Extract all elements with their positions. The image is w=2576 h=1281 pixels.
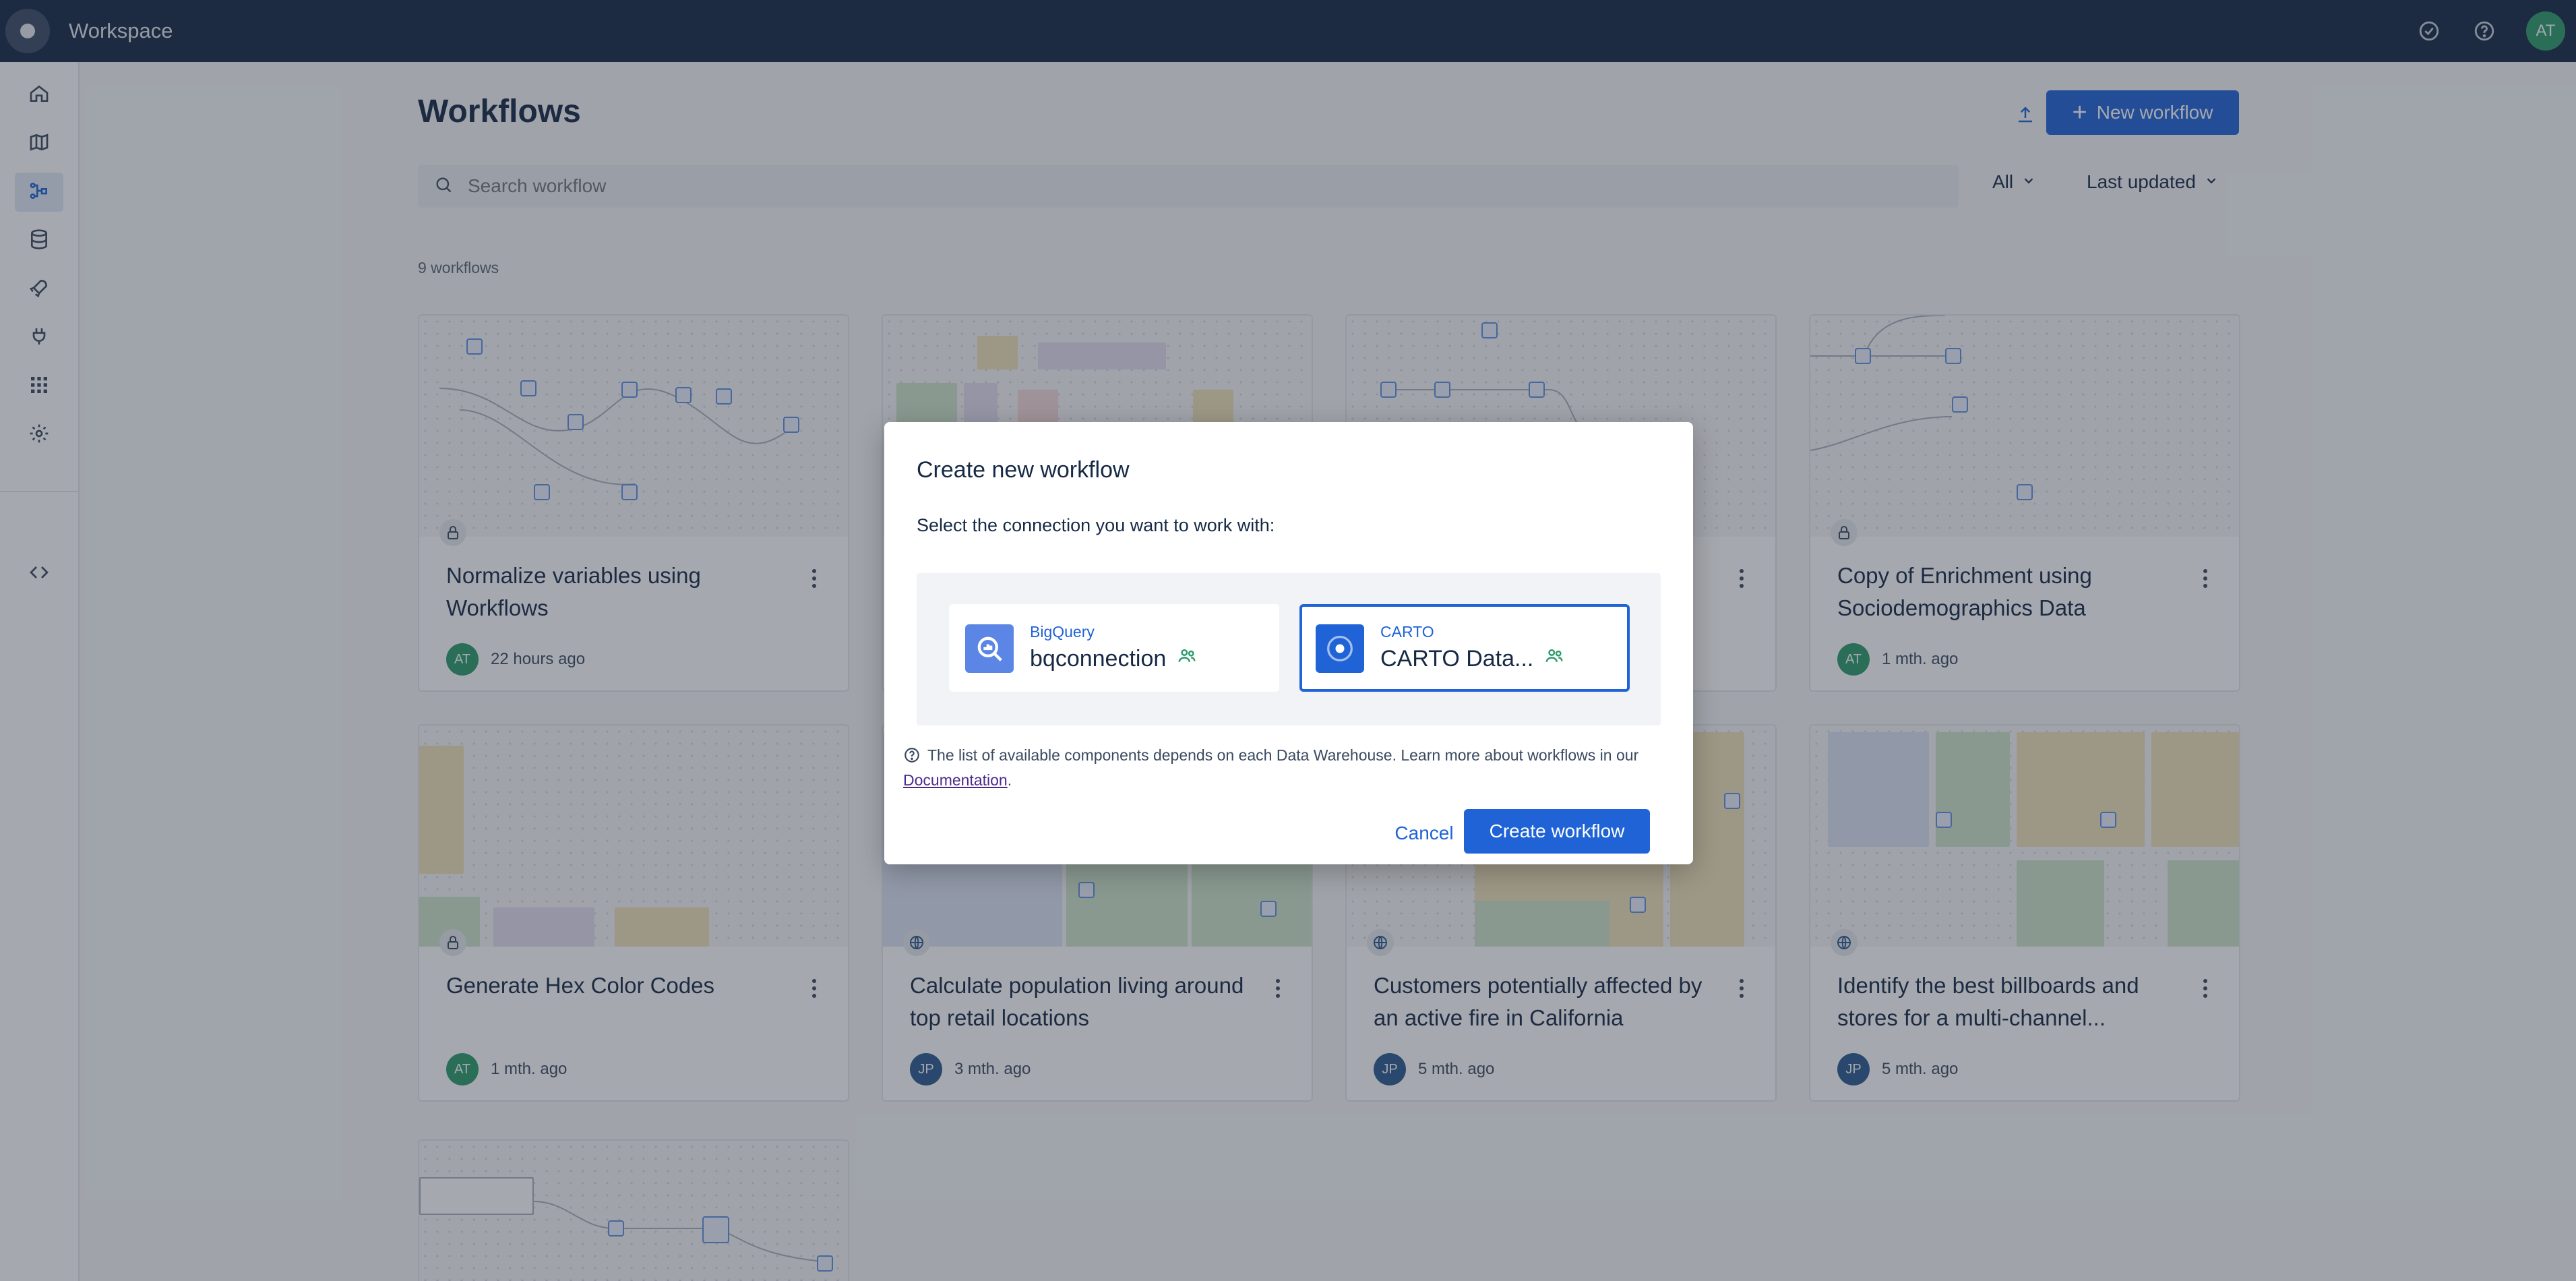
- connection-option-bqconnection[interactable]: BigQuery bqconnection: [949, 604, 1279, 692]
- create-workflow-button[interactable]: Create workflow: [1464, 809, 1650, 854]
- connection-provider: CARTO: [1380, 623, 1434, 640]
- info-text: The list of available components depends…: [927, 746, 1639, 764]
- connection-name: bqconnection: [1030, 646, 1197, 672]
- connection-option-carto[interactable]: CARTO CARTO Data...: [1299, 604, 1630, 692]
- connection-name-label: CARTO Data...: [1380, 646, 1534, 672]
- shared-users-icon: [1544, 646, 1564, 672]
- connection-name-label: bqconnection: [1030, 646, 1167, 672]
- documentation-link[interactable]: Documentation: [903, 771, 1008, 789]
- create-workflow-dialog: Create new workflow Select the connectio…: [884, 422, 1693, 864]
- connection-list: BigQuery bqconnection CARTO CARTO Data..…: [917, 573, 1661, 725]
- carto-icon: [1316, 624, 1364, 673]
- shared-users-icon: [1177, 646, 1197, 672]
- connection-provider: BigQuery: [1030, 623, 1095, 640]
- cancel-button[interactable]: Cancel: [1374, 812, 1475, 855]
- connection-name: CARTO Data...: [1380, 646, 1564, 672]
- dialog-info: The list of available components depends…: [903, 744, 1672, 791]
- info-end: .: [1007, 771, 1012, 789]
- bigquery-icon: [965, 624, 1014, 673]
- help-circle-icon: [903, 746, 921, 769]
- dialog-subtitle: Select the connection you want to work w…: [917, 515, 1275, 535]
- dialog-title: Create new workflow: [917, 457, 1130, 483]
